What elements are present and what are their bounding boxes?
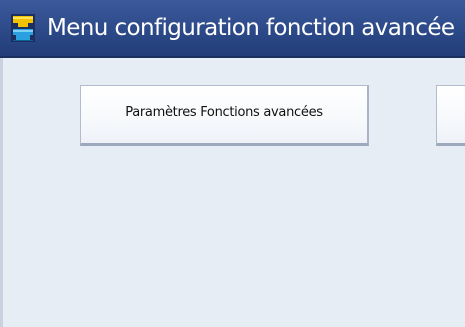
left-border — [0, 58, 3, 327]
tools-icon — [11, 14, 35, 42]
advanced-function-settings-button[interactable]: Paramètres Fonctions avancées — [80, 85, 369, 146]
title-bar: Menu configuration fonction avancée — [0, 0, 465, 58]
advanced-function-settings-label: Paramètres Fonctions avancées — [125, 105, 323, 120]
screen: Menu configuration fonction avancée Para… — [0, 0, 465, 327]
page-title: Menu configuration fonction avancée — [47, 15, 455, 41]
next-menu-button[interactable] — [436, 85, 465, 146]
